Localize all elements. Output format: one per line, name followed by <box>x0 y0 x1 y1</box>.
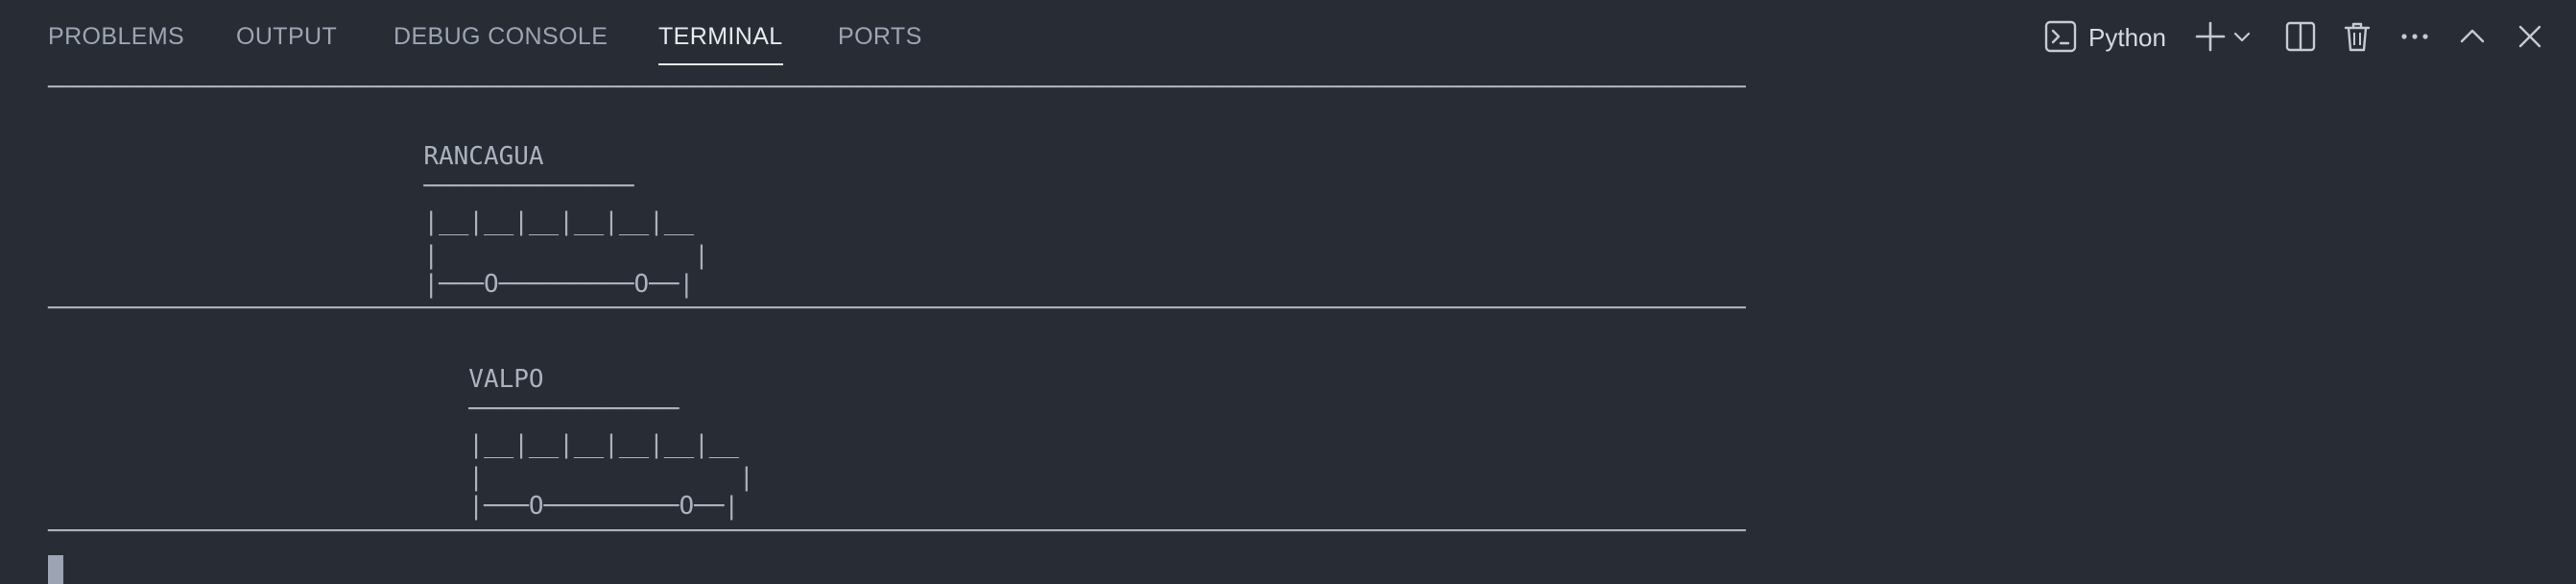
tab-problems[interactable]: PROBLEMS <box>48 0 184 63</box>
terminal-line: RANCAGUA <box>48 142 544 171</box>
tab-output[interactable]: OUTPUT <box>236 0 337 63</box>
terminal-line: |__|__|__|__|__|__ <box>48 430 740 459</box>
panel-tab-bar: PROBLEMS OUTPUT DEBUG CONSOLE TERMINAL P… <box>0 0 2576 73</box>
tab-debug-console[interactable]: DEBUG CONSOLE <box>394 0 608 63</box>
terminal-cursor <box>48 555 63 584</box>
terminal-line: VALPO <box>48 365 544 394</box>
ellipsis-icon[interactable] <box>2397 18 2433 55</box>
terminal-line: ────────────── <box>48 395 680 424</box>
terminal-output[interactable]: ────────────────────────────────────────… <box>0 73 2576 584</box>
terminal-line: ────────────────────────────────────────… <box>48 294 1746 323</box>
trash-icon[interactable] <box>2339 18 2375 55</box>
plus-icon[interactable] <box>2192 18 2229 55</box>
terminal-line: ────────────────────────────────────────… <box>48 73 1746 102</box>
terminal-line: ────────────────────────────────────────… <box>48 517 1746 546</box>
chevron-down-icon[interactable] <box>2230 18 2254 55</box>
split-editor-icon[interactable] <box>2282 18 2319 55</box>
terminal-icon[interactable] <box>2042 18 2079 55</box>
tab-terminal[interactable]: TERMINAL <box>658 0 783 65</box>
terminal-line: | | <box>48 463 754 492</box>
terminal-line: |__|__|__|__|__|__ <box>48 207 695 236</box>
terminal-line: | | <box>48 241 709 270</box>
terminal-profile-label[interactable]: Python <box>2088 0 2166 73</box>
chevron-up-icon[interactable] <box>2454 18 2491 55</box>
tab-ports[interactable]: PORTS <box>838 0 922 63</box>
close-icon[interactable] <box>2512 18 2548 55</box>
terminal-line: ────────────── <box>48 172 634 201</box>
terminal-panel: PROBLEMS OUTPUT DEBUG CONSOLE TERMINAL P… <box>0 0 2576 584</box>
